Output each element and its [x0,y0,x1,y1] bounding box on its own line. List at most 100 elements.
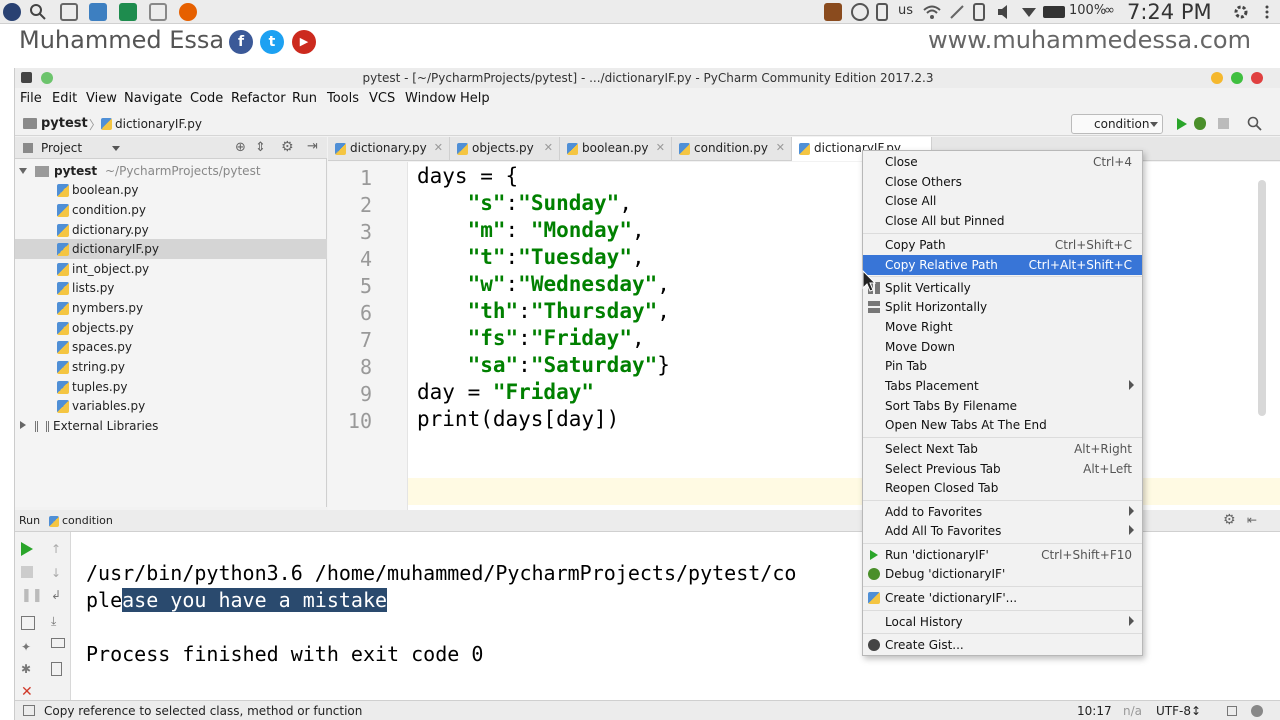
project-panel-title[interactable]: Project [41,141,82,155]
menu-create-config[interactable]: Create 'dictionaryIF'... [863,588,1142,608]
panel-toggle-icon[interactable] [23,705,35,716]
tree-file[interactable]: objects.py [15,318,327,338]
expand-icon[interactable] [19,168,27,174]
soft-wrap-icon[interactable]: ↲ [51,588,65,602]
menu-close[interactable]: Close Ctrl+4 [863,152,1142,172]
close-icon[interactable]: ✕ [21,684,35,700]
project-view-dropdown-icon[interactable] [112,146,120,151]
breadcrumb-file[interactable]: dictionaryIF.py [115,117,202,131]
network-icon[interactable] [1020,3,1038,21]
menu-help[interactable]: Help [460,91,490,106]
console-output[interactable]: please you have a mistake [86,588,388,612]
pycharm-taskbar-icon[interactable] [119,3,137,21]
tree-file[interactable]: boolean.py [15,180,327,200]
menu-create-gist[interactable]: Create Gist... [863,635,1142,655]
run-panel-label[interactable]: Run [19,514,40,527]
fedora-menu-icon[interactable] [3,3,21,21]
breadcrumb-project[interactable]: pytest [41,116,88,131]
menu-edit[interactable]: Edit [52,91,77,106]
maximize-button[interactable] [1231,72,1243,84]
settings-icon[interactable] [1232,3,1250,21]
editor-scrollbar[interactable] [1258,180,1266,416]
debug-icon[interactable]: ✱ [21,662,35,676]
menu-add-all-to-favorites[interactable]: Add All To Favorites [863,521,1142,541]
pin-icon[interactable]: ✦ [21,640,35,654]
menu-tabs-placement[interactable]: Tabs Placement [863,376,1142,396]
update-icon[interactable] [851,3,869,21]
menu-split-horizontally[interactable]: Split Horizontally [863,297,1142,317]
menu-reopen-closed-tab[interactable]: Reopen Closed Tab [863,478,1142,498]
file-encoding[interactable]: UTF-8↕ [1156,704,1201,718]
rerun-icon[interactable] [21,542,33,556]
menu-code[interactable]: Code [190,91,223,106]
tree-file[interactable]: lists.py [15,278,327,298]
wifi-icon[interactable] [923,3,941,21]
tray-app-icon[interactable] [824,3,842,21]
volume-icon[interactable] [996,3,1014,21]
tab-objects[interactable]: objects.py ✕ [450,137,560,161]
tree-root[interactable]: pytest ~/PycharmProjects/pytest [15,161,327,181]
more-icon[interactable] [1258,3,1276,21]
menu-close-others[interactable]: Close Others [863,172,1142,192]
tree-file[interactable]: nymbers.py [15,298,327,318]
caret-position[interactable]: 10:17 [1077,704,1112,718]
menu-tools[interactable]: Tools [327,91,359,106]
expand-icon[interactable] [20,421,26,429]
menu-move-down[interactable]: Move Down [863,337,1142,357]
menu-debug-file[interactable]: Debug 'dictionaryIF' [863,564,1142,584]
print-icon[interactable] [51,638,65,648]
firefox-icon[interactable] [179,3,197,21]
close-tab-icon[interactable]: ✕ [544,141,553,154]
menu-refactor[interactable]: Refactor [231,91,286,106]
menu-local-history[interactable]: Local History [863,612,1142,632]
trash-icon[interactable] [51,662,62,676]
stop-icon[interactable] [1218,118,1229,129]
menu-file[interactable]: File [20,91,42,106]
menu-navigate[interactable]: Navigate [124,91,182,106]
menu-vcs[interactable]: VCS [369,91,395,106]
battery-icon[interactable] [1043,6,1065,18]
stop-icon[interactable] [21,566,33,578]
menu-view[interactable]: View [86,91,117,106]
menu-run[interactable]: Run [292,91,317,106]
tree-file-selected[interactable]: dictionaryIF.py [15,239,327,259]
close-button[interactable] [1251,72,1263,84]
inspector-icon[interactable] [1251,705,1263,717]
menu-select-previous-tab[interactable]: Select Previous Tab Alt+Left [863,459,1142,479]
tab-dictionary[interactable]: dictionary.py ✕ [328,137,450,161]
scroll-from-source-icon[interactable]: ⊕ [235,140,246,155]
menu-copy-path[interactable]: Copy Path Ctrl+Shift+C [863,235,1142,255]
run-config-tab[interactable]: condition [62,514,113,527]
menu-close-all[interactable]: Close All [863,191,1142,211]
menu-run-file[interactable]: Run 'dictionaryIF' Ctrl+Shift+F10 [863,545,1142,565]
menu-move-right[interactable]: Move Right [863,317,1142,337]
restore-layout-icon[interactable] [21,616,35,630]
tab-boolean[interactable]: boolean.py ✕ [560,137,672,161]
debug-icon[interactable] [1194,117,1206,130]
search-icon[interactable] [29,3,47,21]
lock-icon[interactable] [1227,706,1237,716]
run-icon[interactable] [1177,118,1187,130]
tree-file[interactable]: string.py [15,357,327,377]
menu-pin-tab[interactable]: Pin Tab [863,356,1142,376]
collapse-all-icon[interactable]: ⇕ [255,140,266,155]
scroll-down-icon[interactable]: ↓ [51,566,65,580]
run-config-select[interactable]: condition [1071,114,1163,134]
edit-icon[interactable] [948,3,966,21]
gear-icon[interactable]: ⚙ [1223,512,1236,528]
menu-window[interactable]: Window [405,91,456,106]
close-tab-icon[interactable]: ✕ [434,141,443,154]
tree-file[interactable]: spaces.py [15,337,327,357]
tree-file[interactable]: condition.py [15,200,327,220]
scroll-end-icon[interactable]: ⤓ [51,614,65,628]
menu-select-next-tab[interactable]: Select Next Tab Alt+Right [863,439,1142,459]
search-everywhere-icon[interactable] [1247,116,1263,135]
pause-icon[interactable]: ❚❚ [21,588,43,603]
tree-file[interactable]: tuples.py [15,377,327,397]
image-viewer-icon[interactable] [149,3,167,21]
clipboard-icon[interactable] [876,3,888,21]
tree-file[interactable]: int_object.py [15,259,327,279]
clock[interactable]: 7:24 PM [1127,0,1212,24]
keyboard-layout[interactable]: us [898,3,913,18]
tree-file[interactable]: dictionary.py [15,220,327,240]
